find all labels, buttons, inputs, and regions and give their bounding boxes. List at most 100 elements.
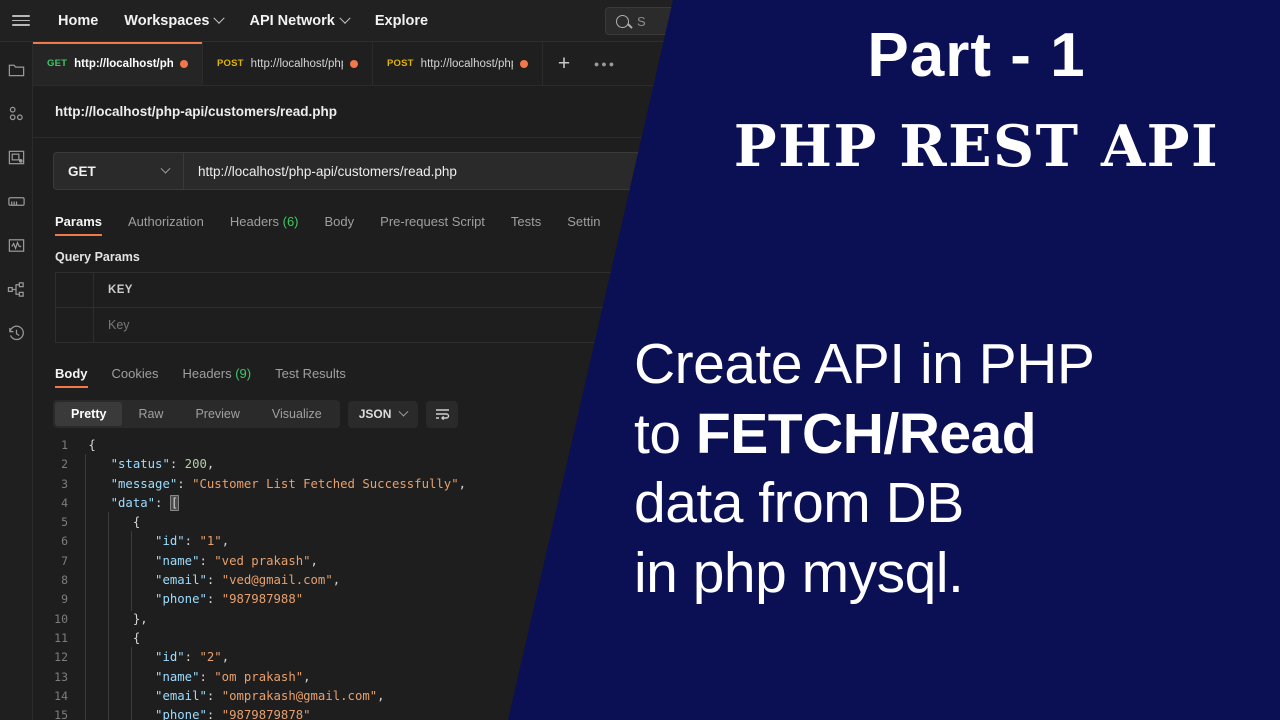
code-token-k: "name" <box>155 669 200 684</box>
history-icon[interactable] <box>7 324 26 343</box>
line-number: 8 <box>61 573 68 588</box>
nav-item-explore[interactable]: Explore <box>375 13 428 29</box>
tab-label-text: Test Results <box>275 366 346 381</box>
code-token-str: "Customer List Fetched Successfully" <box>192 476 459 491</box>
overlay-description: Create API in PHP to FETCH/Read data from … <box>634 330 1274 608</box>
tab-method-label: GET <box>47 58 68 69</box>
monitors-icon[interactable] <box>7 236 26 255</box>
code-token-pun: , <box>377 688 385 703</box>
indent-guide <box>108 608 109 630</box>
request-tab[interactable]: POST http://localhost/php-a <box>203 42 373 85</box>
response-tab-headers[interactable]: Headers (9) <box>182 366 251 388</box>
chevron-down-icon <box>213 12 226 24</box>
row-checkbox-cell[interactable] <box>56 308 94 342</box>
indent-guide <box>108 550 109 573</box>
collections-icon[interactable] <box>7 60 26 79</box>
nav-item-workspaces[interactable]: Workspaces <box>124 12 226 29</box>
code-token-pun: : <box>184 534 200 549</box>
indent-guide <box>131 550 132 573</box>
mock-servers-icon[interactable] <box>7 192 26 211</box>
request-tab[interactable]: POST http://localhost/php-a <box>373 42 543 85</box>
line-number: 3 <box>61 476 68 491</box>
indent-guide <box>108 647 109 669</box>
indent-guide <box>131 685 132 708</box>
code-token-str: "ved@gmail.com" <box>221 573 333 588</box>
response-tab-body[interactable]: Body <box>55 366 88 388</box>
view-button-preview[interactable]: Preview <box>179 402 255 426</box>
nav-item-home[interactable]: Home <box>58 13 98 29</box>
view-button-visualize[interactable]: Visualize <box>256 402 338 426</box>
indent-guide <box>85 608 86 630</box>
response-format-select[interactable]: JSON <box>347 400 419 428</box>
code-token-pun: : <box>206 573 222 588</box>
request-tab-headers[interactable]: Headers (6) <box>230 214 299 236</box>
indent-guide <box>131 705 132 720</box>
apis-icon[interactable] <box>7 104 26 123</box>
indent-guide <box>85 647 86 669</box>
indent-guide <box>131 589 132 611</box>
tab-label-text: Authorization <box>127 214 204 229</box>
code-token-k: "data" <box>110 495 156 510</box>
code-token-pun: { <box>132 630 141 645</box>
tab-method-label: POST <box>217 58 244 69</box>
response-view-segment: Pretty Raw Preview Visualize <box>53 400 340 428</box>
code-line-text: "id": "1", <box>81 531 229 553</box>
indent-guide <box>108 627 109 650</box>
code-line-text: "name": "om prakash", <box>81 666 311 688</box>
code-token-str: "omprakash@gmail.com" <box>221 688 378 703</box>
request-tab[interactable]: GET http://localhost/php-ap <box>33 42 203 85</box>
line-number: 4 <box>61 495 68 510</box>
column-header-key: KEY <box>108 284 133 296</box>
request-tab-tests[interactable]: Tests <box>511 214 541 236</box>
indent-guide <box>131 647 132 669</box>
nav-item-api-network[interactable]: API Network <box>249 12 351 29</box>
code-line-text: "name": "ved prakash", <box>81 550 318 573</box>
tab-count-badge: (9) <box>231 366 252 381</box>
tab-options-icon[interactable]: ●●● <box>585 42 625 85</box>
response-tab-test-results[interactable]: Test Results <box>275 366 346 388</box>
flows-icon[interactable] <box>7 280 26 299</box>
indent-guide <box>85 512 86 534</box>
new-tab-button[interactable]: + <box>543 42 585 85</box>
code-line-text: "status": 200, <box>81 454 214 476</box>
line-number: 1 <box>61 438 68 452</box>
menu-icon[interactable] <box>12 15 30 26</box>
request-tab-params[interactable]: Params <box>55 214 102 236</box>
indent-guide <box>108 531 109 553</box>
response-tab-cookies[interactable]: Cookies <box>112 366 159 388</box>
indent-guide <box>85 589 86 611</box>
code-token-str: "om prakash" <box>214 669 304 684</box>
indent-guide <box>108 705 109 720</box>
param-key-input[interactable]: Key <box>108 318 130 332</box>
view-button-pretty[interactable]: Pretty <box>55 402 123 426</box>
request-tab-authorization[interactable]: Authorization <box>128 214 204 236</box>
overlay-emphasis-text: FETCH/Read <box>695 401 1037 466</box>
search-placeholder: S <box>637 13 646 29</box>
request-tab-body[interactable]: Body <box>325 214 355 236</box>
wrap-lines-icon[interactable] <box>426 400 459 428</box>
indent-guide <box>131 666 132 688</box>
code-token-pun: : <box>206 688 222 703</box>
indent-guide <box>108 685 109 708</box>
http-method-select[interactable]: GET <box>53 152 183 190</box>
request-tab-settin[interactable]: Settin <box>567 214 600 236</box>
line-number: 14 <box>54 688 68 703</box>
overlay-part-label: Part - 1 <box>867 21 1086 90</box>
screenshot-root: Home Workspaces API Network Explore S GE… <box>0 0 1280 720</box>
code-line-text: { <box>81 512 140 534</box>
environments-icon[interactable] <box>7 148 26 167</box>
indent-guide <box>85 570 86 592</box>
request-tab-pre-request-script[interactable]: Pre-request Script <box>380 214 485 236</box>
view-button-raw[interactable]: Raw <box>122 402 179 426</box>
unsaved-indicator-icon <box>350 59 358 68</box>
code-token-pun: : <box>206 592 222 607</box>
code-token-k: "status" <box>110 457 170 472</box>
indent-guide <box>85 705 86 720</box>
indent-guide <box>85 666 86 688</box>
overlay-text: in php mysql. <box>634 540 964 605</box>
nav-item-label: Home <box>58 12 99 29</box>
line-number: 11 <box>54 630 68 645</box>
indent-guide <box>108 666 109 688</box>
code-token-pun: , <box>332 573 341 588</box>
code-token-pun: , <box>303 669 311 684</box>
